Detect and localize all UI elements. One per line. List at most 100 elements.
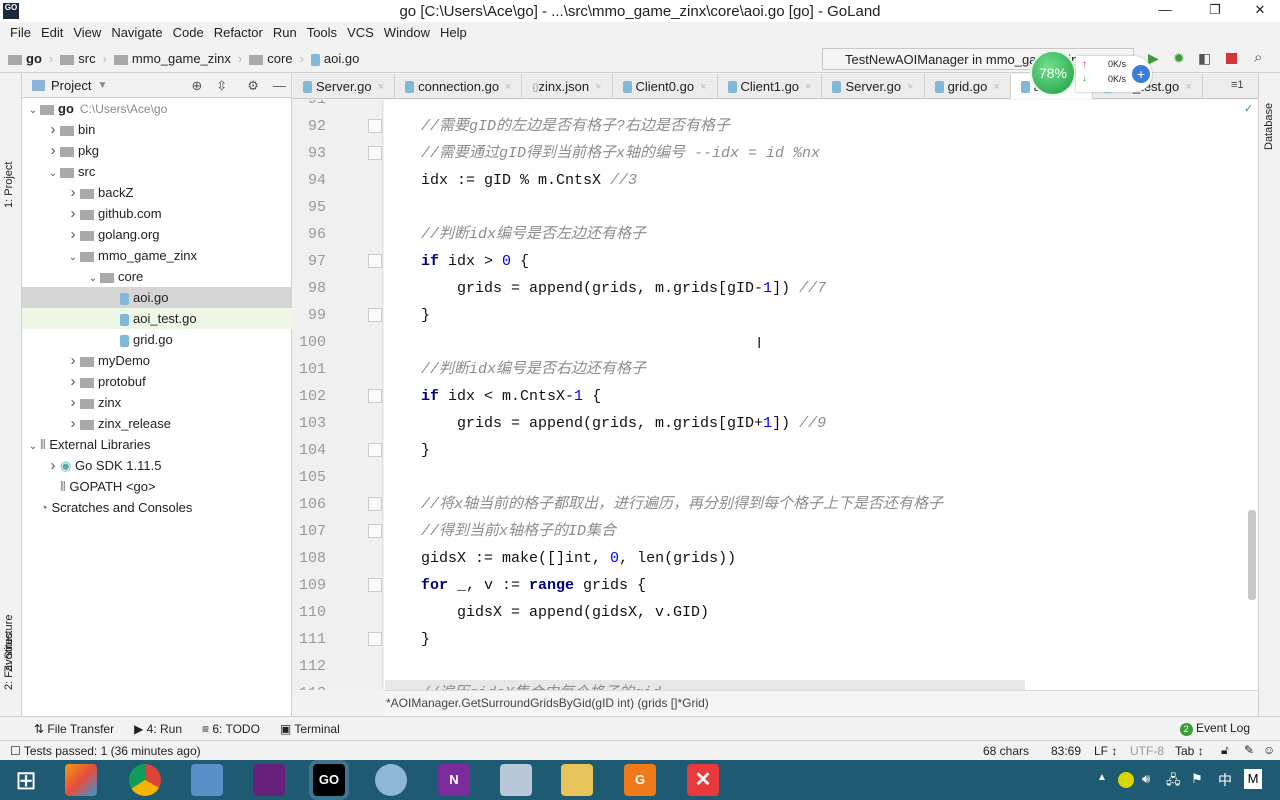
lock-icon[interactable]: 🔓︎ <box>1221 743 1229 758</box>
code-line[interactable]: if idx > 0 { <box>385 248 529 275</box>
fold-marker-icon[interactable] <box>368 389 382 403</box>
todo-tab[interactable]: ≡ 6: TODO <box>202 722 260 736</box>
menu-window[interactable]: Window <box>379 22 435 44</box>
chevron-down-icon[interactable]: ⌄ <box>86 268 100 289</box>
ime-indicator[interactable]: 中 <box>1218 770 1232 790</box>
chevron-right-icon[interactable]: › <box>66 350 80 371</box>
project-tool-tab[interactable]: 1: Project <box>3 162 15 208</box>
tree-item[interactable]: aoi_test.go <box>22 308 292 329</box>
close-tab-icon[interactable]: × <box>595 81 601 93</box>
event-log-tab[interactable]: 2 Event Log <box>1179 721 1250 736</box>
menu-view[interactable]: View <box>68 22 106 44</box>
tree-item[interactable]: › protobuf <box>22 371 292 392</box>
tree-item[interactable]: ⌄ ⦀ External Libraries <box>22 434 292 455</box>
menu-code[interactable]: Code <box>168 22 209 44</box>
tree-item[interactable]: aoi.go <box>22 287 292 308</box>
chevron-down-icon[interactable]: ▼ <box>97 80 107 91</box>
close-button[interactable]: ✕ <box>1245 2 1275 18</box>
fold-marker-icon[interactable] <box>368 146 382 160</box>
close-tab-icon[interactable]: × <box>505 81 511 93</box>
fold-marker-icon[interactable] <box>368 308 382 322</box>
chevron-right-icon[interactable]: › <box>66 413 80 434</box>
debug-icon[interactable]: ✹ <box>1173 50 1185 67</box>
tray-app-icon[interactable] <box>1118 772 1134 788</box>
tree-item[interactable]: ⌄ mmo_game_zinx <box>22 245 292 266</box>
close-tab-icon[interactable]: × <box>907 81 913 93</box>
onenote-icon[interactable]: N <box>438 764 470 796</box>
code-line[interactable]: grids = append(grids, m.grids[gID+1]) //… <box>385 410 826 437</box>
locate-icon[interactable]: ⊕ <box>191 78 202 94</box>
app-window-icon[interactable] <box>500 764 532 796</box>
tree-item[interactable]: ⌄ core <box>22 266 292 287</box>
code-line[interactable]: for _, v := range grids { <box>385 572 646 599</box>
hector-icon[interactable]: ✎ <box>1244 743 1254 757</box>
code-line[interactable]: //需要通过gID得到当前格子x轴的编号 --idx = id %nx <box>385 140 820 167</box>
xmind-icon[interactable]: ✕ <box>687 764 719 796</box>
fold-marker-icon[interactable] <box>368 254 382 268</box>
fold-marker-icon[interactable] <box>368 443 382 457</box>
menu-refactor[interactable]: Refactor <box>209 22 268 44</box>
breadcrumb-item[interactable]: go <box>8 51 42 66</box>
code-line[interactable]: } <box>385 437 430 464</box>
code-line[interactable]: gidsX = append(gidsX, v.GID) <box>385 599 709 626</box>
code-line[interactable]: //判断idx编号是否右边还有格子 <box>385 356 646 383</box>
code-line[interactable]: gidsX := make([]int, 0, len(grids)) <box>385 545 736 572</box>
fold-marker-icon[interactable] <box>368 524 382 538</box>
plus-icon[interactable]: + <box>1132 65 1150 83</box>
code-line[interactable]: grids = append(grids, m.grids[gID-1]) //… <box>385 275 826 302</box>
menu-run[interactable]: Run <box>268 22 302 44</box>
menu-help[interactable]: Help <box>435 22 472 44</box>
chevron-right-icon[interactable]: › <box>46 140 60 161</box>
close-tab-icon[interactable]: × <box>993 81 999 93</box>
code-line[interactable]: } <box>385 302 430 329</box>
editor-tab[interactable]: Server.go × <box>822 74 925 99</box>
memory-indicator-icon[interactable]: ☺ <box>1263 743 1275 757</box>
app-icon[interactable] <box>65 764 97 796</box>
file-explorer-icon[interactable] <box>561 764 593 796</box>
editor-scrollbar[interactable] <box>1248 510 1256 600</box>
database-tool-tab[interactable]: Database <box>1263 103 1275 150</box>
code-line[interactable]: idx := gID % m.CntsX //3 <box>385 167 637 194</box>
editor-tab[interactable]: Client1.go × <box>718 74 823 99</box>
editor-tab[interactable]: grid.go × <box>925 74 1011 99</box>
indent-setting[interactable]: Tab ↕ <box>1175 744 1204 758</box>
gear-icon[interactable]: ⚙ <box>247 78 259 94</box>
menu-navigate[interactable]: Navigate <box>106 22 167 44</box>
editor-tab[interactable]: Server.go × <box>293 74 396 99</box>
breadcrumb-item[interactable]: aoi.go <box>310 51 359 66</box>
network-icon[interactable]: 🖧 <box>1166 771 1181 793</box>
tree-item[interactable]: ◔ Scratches and Consoles <box>22 497 292 518</box>
close-tab-icon[interactable]: × <box>805 81 811 93</box>
fold-marker-icon[interactable] <box>368 632 382 646</box>
search-icon[interactable]: ⌕ <box>1254 49 1262 66</box>
chevron-down-icon[interactable]: ⌄ <box>66 247 80 268</box>
file-encoding[interactable]: UTF-8 <box>1130 744 1164 758</box>
stop-icon[interactable] <box>1226 53 1237 64</box>
goland-taskbar-icon[interactable]: GO <box>309 760 349 800</box>
terminal-tab[interactable]: ▣ Terminal <box>280 722 340 736</box>
tree-item[interactable]: › zinx_release <box>22 413 292 434</box>
fold-marker-icon[interactable] <box>368 497 382 511</box>
tabs-overflow-button[interactable]: ≡1 <box>1231 79 1244 91</box>
chevron-right-icon[interactable]: › <box>46 119 60 140</box>
maximize-button[interactable]: ❐ <box>1200 2 1230 18</box>
breadcrumb-item[interactable]: core <box>249 51 293 66</box>
tree-item[interactable]: grid.go <box>22 329 292 350</box>
collapse-all-icon[interactable]: ⇳ <box>216 78 227 94</box>
tree-item[interactable]: › bin <box>22 119 292 140</box>
favorites-tool-tab[interactable]: 2: Favorites <box>3 633 15 690</box>
windows-start-icon[interactable]: ⊞ <box>10 764 42 796</box>
breadcrumb-item[interactable]: src <box>60 51 96 66</box>
editor-tab[interactable]: connection.go × <box>395 74 523 99</box>
tree-item[interactable]: › pkg <box>22 140 292 161</box>
tree-item[interactable]: › github.com <box>22 203 292 224</box>
volume-icon[interactable]: 🔊︎ <box>1142 771 1150 787</box>
visual-studio-icon[interactable] <box>253 764 285 796</box>
tree-item[interactable]: ⌄ go C:\Users\Ace\go <box>22 98 292 119</box>
code-line[interactable]: //需要gID的左边是否有格子?右边是否有格子 <box>385 113 730 140</box>
pdf-reader-icon[interactable]: G <box>624 764 656 796</box>
editor-tab[interactable]: {} zinx.json × <box>522 74 613 99</box>
fold-marker-icon[interactable] <box>368 578 382 592</box>
project-view-select[interactable]: Project <box>51 78 91 93</box>
tree-item[interactable]: ⦀ GOPATH <go> <box>22 476 292 497</box>
